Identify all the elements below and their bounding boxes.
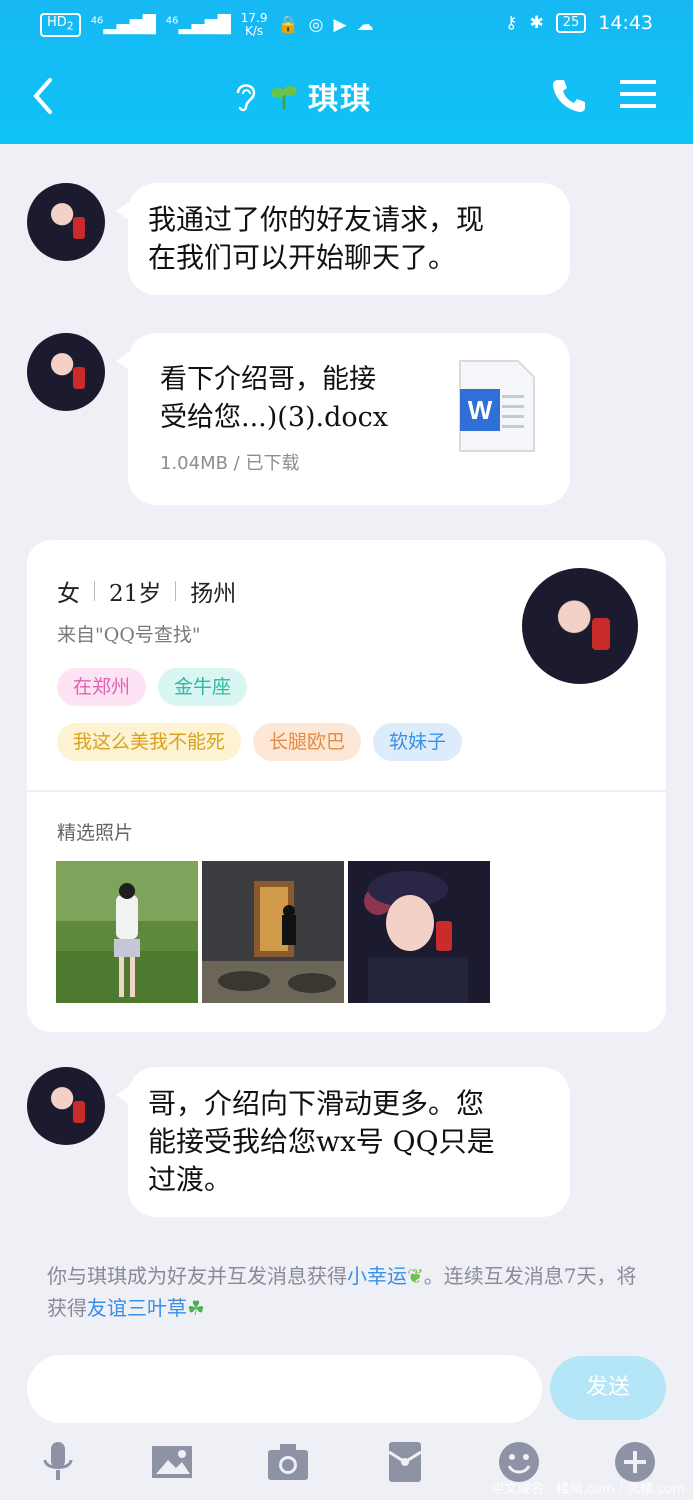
file-message-bubble[interactable]: 看下介绍哥，能接 受给您...)(3).docx 1.04MB / 已下载 W	[116, 333, 570, 505]
featured-photo[interactable]	[56, 861, 198, 1003]
message-input[interactable]	[27, 1355, 542, 1423]
profile-info: 女 21岁 扬州	[57, 574, 236, 608]
tag[interactable]: 长腿欧巴	[253, 723, 362, 761]
tags-row: 在郑州 金牛座	[57, 668, 248, 706]
divider	[27, 790, 666, 792]
tag[interactable]: 金牛座	[158, 668, 248, 706]
hd-badge: HD2	[40, 13, 81, 37]
top-bar: HD2 46▂▄▆█ 46▂▄▆█ 17.9 K/s 🔒 ◎ ▶ ☁ ⚷ ✱ 25…	[0, 0, 693, 144]
age: 21岁	[109, 581, 162, 607]
message-bubble[interactable]: 哥，介绍向下滑动更多。您 能接受我给您wx号 QQ只是 过渡。	[116, 1067, 570, 1217]
gender: 女	[57, 581, 80, 607]
lock-icon: 🔒	[277, 15, 299, 35]
contact-avatar[interactable]	[27, 183, 105, 261]
sprout-icon	[271, 86, 297, 109]
watermark: 中文域名：楼凤.com / 凤楼.com	[491, 1482, 685, 1497]
video-app-icon: ▶	[333, 15, 347, 35]
file-name: 看下介绍哥，能接 受给您...)(3).docx	[160, 364, 388, 433]
featured-photo[interactable]	[348, 861, 490, 1003]
chat-nav: 琪琪	[0, 68, 693, 128]
image-icon[interactable]	[150, 1440, 194, 1484]
browser-icon: ◎	[308, 15, 324, 35]
clock: 14:43	[598, 12, 653, 34]
source-text: 来自"QQ号查找"	[57, 624, 201, 646]
tags-row: 我这么美我不能死 长腿欧巴 软妹子	[57, 723, 463, 761]
camera-icon[interactable]	[266, 1440, 310, 1484]
svg-text:W: W	[468, 395, 493, 425]
tag[interactable]: 软妹子	[373, 723, 463, 761]
microphone-icon[interactable]	[36, 1440, 80, 1484]
contact-avatar[interactable]	[27, 333, 105, 411]
message-bubble[interactable]: 我通过了你的好友请求，现 在我们可以开始聊天了。	[116, 183, 570, 295]
network-speed: 17.9 K/s	[240, 11, 268, 38]
friendship-notice: 你与琪琪成为好友并互发消息获得小幸运❦。连续互发消息7天，将获得友谊三叶草☘	[47, 1264, 637, 1320]
word-document-icon: W	[459, 360, 535, 452]
profile-card[interactable]: 女 21岁 扬州 来自"QQ号查找" 在郑州 金牛座 我这么美我不能死 长腿欧巴…	[27, 540, 666, 1032]
photos-label: 精选照片	[57, 822, 134, 844]
contact-avatar[interactable]	[27, 1067, 105, 1145]
lucky-link[interactable]: 小幸运	[347, 1264, 407, 1288]
send-button[interactable]: 发送	[550, 1356, 666, 1420]
clover-icon: ☘	[187, 1296, 205, 1320]
city: 扬州	[190, 581, 237, 607]
bluetooth-icon: ✱	[529, 13, 544, 33]
message-text: 在我们可以开始聊天了。	[148, 241, 457, 274]
red-packet-icon[interactable]	[383, 1440, 427, 1484]
cloud-icon: ☁	[356, 15, 374, 35]
sprout-icon: ❦	[407, 1264, 424, 1288]
profile-avatar[interactable]	[522, 568, 638, 684]
ear-icon	[236, 84, 256, 112]
tag[interactable]: 我这么美我不能死	[57, 723, 242, 761]
battery-indicator: 25	[555, 13, 587, 33]
key-icon: ⚷	[504, 13, 518, 33]
back-arrow-icon[interactable]	[28, 74, 58, 118]
status-bar: HD2 46▂▄▆█ 46▂▄▆█ 17.9 K/s 🔒 ◎ ▶ ☁ ⚷ ✱ 25…	[40, 10, 653, 40]
message-text: 我通过了你的好友请求，现	[148, 203, 485, 236]
message-text: 能接受我给您wx号 QQ只是	[148, 1125, 495, 1158]
chat-title[interactable]: 琪琪	[230, 74, 372, 118]
featured-photo[interactable]	[202, 861, 344, 1003]
message-text: 哥，介绍向下滑动更多。您	[148, 1087, 485, 1120]
tag[interactable]: 在郑州	[57, 668, 147, 706]
menu-icon[interactable]	[620, 78, 656, 110]
signal-icon: 46▂▄▆█	[90, 15, 156, 35]
file-meta: 1.04MB / 已下载	[160, 453, 300, 474]
phone-call-icon[interactable]	[550, 76, 588, 114]
signal-icon-2: 46▂▄▆█	[165, 15, 231, 35]
message-text: 过渡。	[148, 1163, 233, 1196]
clover-link[interactable]: 友谊三叶草	[87, 1296, 187, 1320]
contact-name: 琪琪	[308, 82, 372, 117]
